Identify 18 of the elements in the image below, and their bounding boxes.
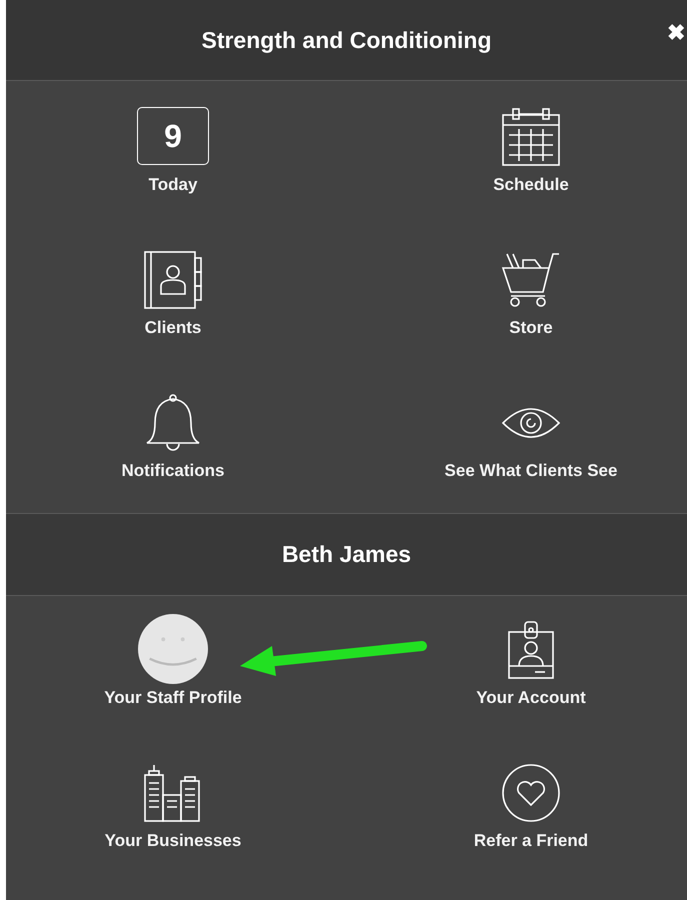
menu-label[interactable]: Clients (144, 318, 202, 338)
menu-label[interactable]: Refer a Friend (474, 831, 588, 851)
user-name: Beth James (282, 541, 412, 568)
address-book-icon (143, 250, 203, 310)
menu-label[interactable]: Notifications (122, 461, 224, 481)
close-button[interactable]: ✖ (665, 20, 687, 46)
menu-label[interactable]: See What Clients See (444, 461, 618, 481)
date-icon: 9 (137, 107, 209, 165)
menu-label[interactable]: Store (509, 318, 553, 338)
business-title: Strength and Conditioning (201, 26, 492, 54)
calendar-icon (501, 107, 561, 167)
buildings-icon (143, 763, 203, 823)
menu-label[interactable]: Your Staff Profile (104, 688, 242, 708)
menu-label[interactable]: Today (148, 175, 198, 195)
avatar-icon (138, 614, 208, 684)
menu-label[interactable]: Your Account (476, 688, 586, 708)
menu-label[interactable]: Schedule (493, 175, 569, 195)
menu-label[interactable]: Your Businesses (104, 831, 242, 851)
